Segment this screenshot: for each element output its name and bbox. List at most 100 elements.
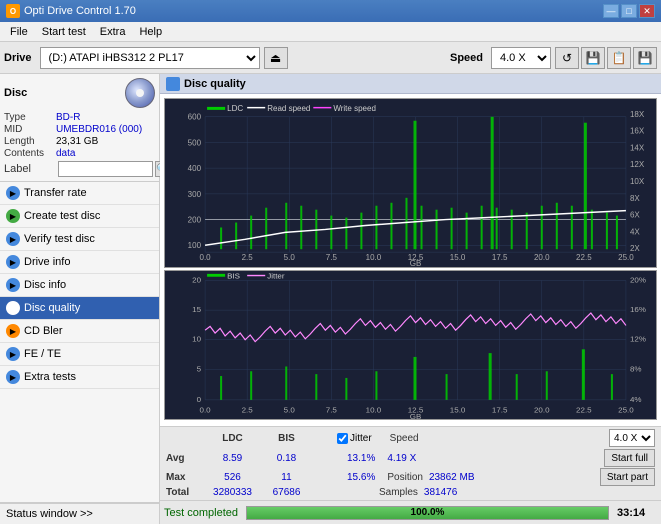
jitter-label: Jitter bbox=[350, 433, 372, 444]
sidebar-item-verify-test-disc[interactable]: ▶ Verify test disc bbox=[0, 228, 159, 251]
start-full-button[interactable]: Start full bbox=[604, 449, 655, 467]
sidebar-item-label-verify-test-disc: Verify test disc bbox=[24, 233, 95, 245]
svg-text:17.5: 17.5 bbox=[492, 253, 508, 262]
svg-text:500: 500 bbox=[188, 138, 202, 147]
create-test-disc-icon: ▶ bbox=[6, 209, 20, 223]
svg-text:12X: 12X bbox=[630, 160, 645, 169]
status-window-button[interactable]: Status window >> bbox=[0, 503, 159, 524]
toolbar-btn-3[interactable]: 📋 bbox=[607, 47, 631, 69]
sidebar-item-label-disc-info: Disc info bbox=[24, 279, 66, 291]
status-text: Test completed bbox=[164, 507, 238, 519]
eject-button[interactable]: ⏏ bbox=[264, 47, 288, 69]
speed-col-header: Speed bbox=[390, 433, 419, 444]
svg-text:0.0: 0.0 bbox=[200, 405, 212, 414]
disc-type-key: Type bbox=[4, 112, 56, 123]
disc-label-input[interactable] bbox=[58, 161, 153, 177]
disc-contents-val: data bbox=[56, 148, 75, 159]
chart-title: Disc quality bbox=[184, 78, 246, 90]
toolbar: Drive (D:) ATAPI iHBS312 2 PL17 ⏏ Speed … bbox=[0, 42, 661, 74]
stats-speed-select[interactable]: 4.0 X bbox=[609, 429, 655, 447]
svg-text:2.5: 2.5 bbox=[242, 405, 254, 414]
chart-header-icon bbox=[166, 77, 180, 91]
max-jitter-val: 15.6% bbox=[347, 472, 375, 483]
jitter-checkbox-item: Jitter bbox=[337, 433, 372, 444]
disc-mid-key: MID bbox=[4, 124, 56, 135]
toolbar-btn-1[interactable]: ↺ bbox=[555, 47, 579, 69]
position-val: 23862 MB bbox=[429, 472, 475, 483]
maximize-button[interactable]: □ bbox=[621, 4, 637, 18]
jitter-checkbox[interactable] bbox=[337, 433, 348, 444]
drive-select[interactable]: (D:) ATAPI iHBS312 2 PL17 bbox=[40, 47, 260, 69]
sidebar-item-drive-info[interactable]: ▶ Drive info bbox=[0, 251, 159, 274]
fe-te-icon: ▶ bbox=[6, 347, 20, 361]
total-bis-val: 67686 bbox=[264, 487, 309, 498]
bis-col-header: BIS bbox=[264, 433, 309, 444]
samples-val: 381476 bbox=[424, 487, 457, 498]
max-row-label: Max bbox=[166, 472, 201, 483]
toolbar-btn-4[interactable]: 💾 bbox=[633, 47, 657, 69]
disc-mid-val: UMEBDR016 (000) bbox=[56, 124, 142, 135]
menu-extra[interactable]: Extra bbox=[94, 24, 132, 40]
disc-icon bbox=[125, 78, 155, 108]
svg-text:20.0: 20.0 bbox=[534, 253, 550, 262]
svg-text:Jitter: Jitter bbox=[267, 272, 285, 281]
sidebar-item-cd-bler[interactable]: ▶ CD Bler bbox=[0, 320, 159, 343]
sidebar-item-create-test-disc[interactable]: ▶ Create test disc bbox=[0, 205, 159, 228]
svg-text:20: 20 bbox=[192, 276, 202, 285]
drive-label: Drive bbox=[4, 52, 32, 64]
status-window-label: Status window >> bbox=[6, 508, 93, 520]
svg-text:7.5: 7.5 bbox=[326, 253, 338, 262]
svg-text:25.0: 25.0 bbox=[618, 253, 634, 262]
svg-text:0.0: 0.0 bbox=[200, 253, 212, 262]
svg-text:5.0: 5.0 bbox=[284, 405, 296, 414]
menu-start-test[interactable]: Start test bbox=[36, 24, 92, 40]
progress-text: 100.0% bbox=[247, 507, 608, 519]
menu-help[interactable]: Help bbox=[133, 24, 168, 40]
chart-header: Disc quality bbox=[160, 74, 661, 94]
svg-text:17.5: 17.5 bbox=[492, 405, 508, 414]
svg-text:20.0: 20.0 bbox=[534, 405, 550, 414]
minimize-button[interactable]: — bbox=[603, 4, 619, 18]
avg-jitter-val: 13.1% bbox=[347, 453, 375, 464]
speed-select[interactable]: 4.0 X bbox=[491, 47, 551, 69]
toolbar-btn-2[interactable]: 💾 bbox=[581, 47, 605, 69]
disc-quality-icon: ▶ bbox=[6, 301, 20, 315]
sidebar-item-disc-quality[interactable]: ▶ Disc quality bbox=[0, 297, 159, 320]
sidebar-item-extra-tests[interactable]: ▶ Extra tests bbox=[0, 366, 159, 389]
content-area: Disc quality bbox=[160, 74, 661, 524]
close-button[interactable]: ✕ bbox=[639, 4, 655, 18]
disc-panel: Disc Type BD-R MID UMEBDR016 (000) Lengt… bbox=[0, 74, 159, 182]
svg-text:2.5: 2.5 bbox=[242, 253, 254, 262]
svg-text:400: 400 bbox=[188, 164, 202, 173]
disc-contents-key: Contents bbox=[4, 148, 56, 159]
menu-bar: File Start test Extra Help bbox=[0, 22, 661, 42]
svg-text:4X: 4X bbox=[630, 227, 640, 236]
svg-text:10: 10 bbox=[192, 335, 202, 344]
app-title: Opti Drive Control 1.70 bbox=[24, 5, 136, 17]
sidebar-item-label-disc-quality: Disc quality bbox=[24, 302, 80, 314]
menu-file[interactable]: File bbox=[4, 24, 34, 40]
top-chart-svg: 600 500 400 300 200 100 18X 16X 14X 12X … bbox=[165, 99, 656, 267]
sidebar-item-label-create-test-disc: Create test disc bbox=[24, 210, 100, 222]
verify-test-disc-icon: ▶ bbox=[6, 232, 20, 246]
position-label: Position bbox=[387, 472, 423, 483]
elapsed-time: 33:14 bbox=[617, 507, 657, 519]
sidebar-item-label-cd-bler: CD Bler bbox=[24, 325, 63, 337]
svg-text:5: 5 bbox=[197, 364, 202, 373]
drive-info-icon: ▶ bbox=[6, 255, 20, 269]
transfer-rate-icon: ▶ bbox=[6, 186, 20, 200]
sidebar-item-label-drive-info: Drive info bbox=[24, 256, 70, 268]
start-part-button[interactable]: Start part bbox=[600, 468, 655, 486]
svg-text:16%: 16% bbox=[630, 305, 646, 314]
disc-info-icon: ▶ bbox=[6, 278, 20, 292]
sidebar-nav: ▶ Transfer rate ▶ Create test disc ▶ Ver… bbox=[0, 182, 159, 389]
disc-panel-label: Disc bbox=[4, 87, 27, 99]
svg-text:15.0: 15.0 bbox=[450, 253, 466, 262]
top-chart: 600 500 400 300 200 100 18X 16X 14X 12X … bbox=[164, 98, 657, 268]
sidebar-item-transfer-rate[interactable]: ▶ Transfer rate bbox=[0, 182, 159, 205]
svg-text:7.5: 7.5 bbox=[326, 405, 338, 414]
ldc-col-header: LDC bbox=[205, 433, 260, 444]
sidebar-item-fe-te[interactable]: ▶ FE / TE bbox=[0, 343, 159, 366]
sidebar-item-disc-info[interactable]: ▶ Disc info bbox=[0, 274, 159, 297]
svg-text:18X: 18X bbox=[630, 110, 645, 119]
